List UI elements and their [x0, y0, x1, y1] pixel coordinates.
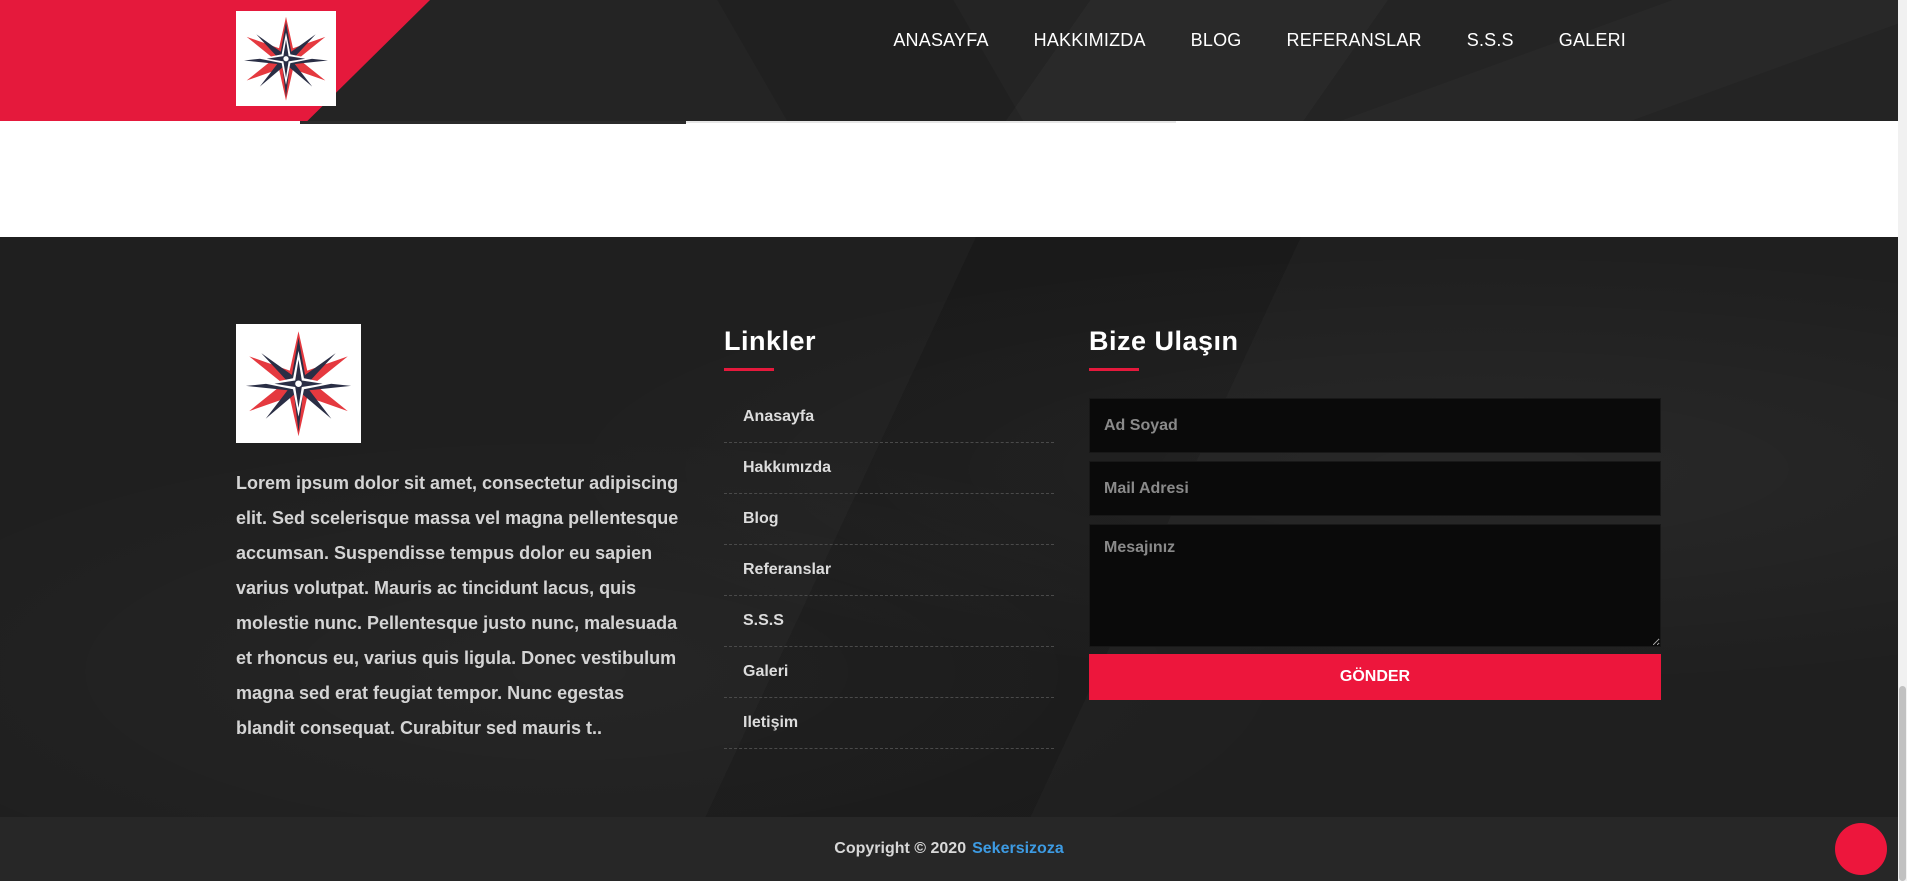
footer-link-label: Galeri	[743, 663, 789, 680]
footer-link-blog[interactable]: Blog	[724, 494, 1054, 545]
page-scrollbar[interactable]	[1898, 0, 1907, 881]
copyright-bar: Copyright © 2020 Sekersizoza	[0, 817, 1898, 881]
footer-link-anasayfa[interactable]: Anasayfa	[724, 392, 1054, 443]
footer-link-sss[interactable]: S.S.S	[724, 596, 1054, 647]
nav-item-hakkimizda[interactable]: HAKKIMIZDA	[1034, 30, 1146, 51]
message-textarea[interactable]	[1089, 524, 1661, 647]
footer-link-label: Blog	[743, 510, 779, 527]
footer-link-label: Hakkımızda	[743, 459, 832, 476]
footer-link-label: Anasayfa	[743, 408, 815, 425]
footer-link-referanslar[interactable]: Referanslar	[724, 545, 1054, 596]
footer-link-hakkimizda[interactable]: Hakkımızda	[724, 443, 1054, 494]
nav-item-galeri[interactable]: GALERI	[1559, 30, 1626, 51]
footer-links: Anasayfa Hakkımızda Blog Referanslar S.S…	[724, 392, 1054, 749]
copyright-text: Copyright © 2020	[834, 840, 967, 857]
main-nav: ANASAYFA HAKKIMIZDA BLOG REFERANSLAR S.S…	[893, 30, 1626, 51]
scroll-top-button[interactable]	[1835, 823, 1887, 875]
contact-title-underline	[1089, 368, 1139, 371]
star-compass-icon	[240, 15, 332, 102]
footer-link-galeri[interactable]: Galeri	[724, 647, 1054, 698]
mail-input[interactable]	[1089, 461, 1661, 516]
footer-logo[interactable]	[236, 324, 361, 443]
copyright-link-label: Sekersizoza	[972, 840, 1064, 857]
footer-link-label: Iletişim	[743, 714, 799, 731]
nav-item-referanslar[interactable]: REFERANSLAR	[1287, 30, 1422, 51]
links-title: Linkler	[724, 326, 817, 356]
contact-form: GÖNDER	[1089, 398, 1661, 700]
copyright-link[interactable]: Sekersizoza	[972, 840, 1064, 858]
footer-link-label: Referanslar	[743, 561, 832, 578]
site-header: ANASAYFA HAKKIMIZDA BLOG REFERANSLAR S.S…	[0, 0, 1898, 121]
name-input[interactable]	[1089, 398, 1661, 453]
nav-item-sss[interactable]: S.S.S	[1467, 30, 1514, 51]
scrollbar-thumb[interactable]	[1899, 686, 1906, 881]
contact-title: Bize Ulaşın	[1089, 326, 1239, 356]
nav-item-blog[interactable]: BLOG	[1191, 30, 1242, 51]
links-title-underline	[724, 368, 774, 371]
nav-item-anasayfa[interactable]: ANASAYFA	[893, 30, 988, 51]
footer-link-iletisim[interactable]: Iletişim	[724, 698, 1054, 749]
content-edge	[300, 121, 686, 124]
footer-about-text: Lorem ipsum dolor sit amet, consectetur …	[236, 473, 679, 738]
star-compass-icon	[241, 329, 356, 438]
submit-button[interactable]: GÖNDER	[1089, 654, 1661, 700]
content-divider	[686, 121, 1176, 123]
footer-link-label: S.S.S	[743, 612, 784, 629]
header-logo[interactable]	[236, 11, 336, 106]
